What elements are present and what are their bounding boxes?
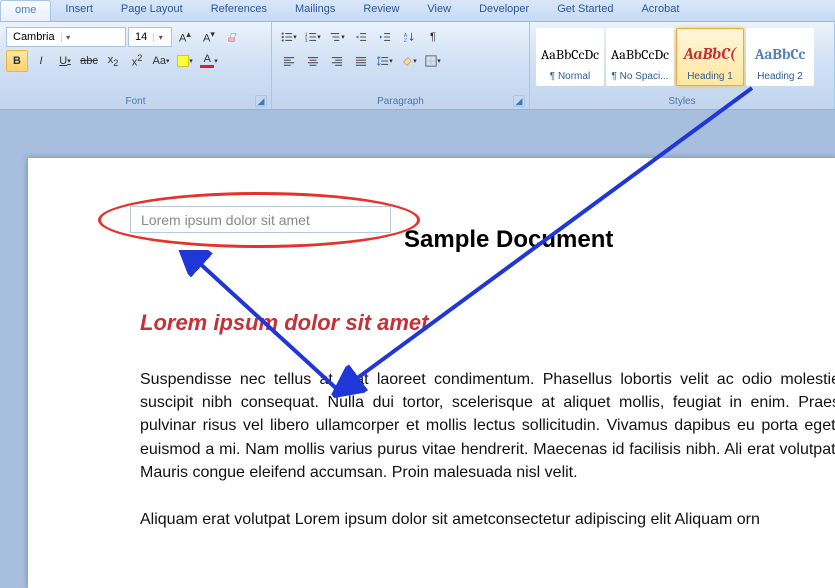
svg-text:Z: Z xyxy=(404,38,407,43)
shrink-font-icon: A▾ xyxy=(203,29,215,45)
borders-button[interactable]: ▾ xyxy=(422,50,444,72)
chevron-down-icon: ▾ xyxy=(341,33,345,41)
tab-view[interactable]: View xyxy=(413,0,465,21)
underline-button[interactable]: U▾ xyxy=(54,50,76,72)
justify-button[interactable] xyxy=(350,50,372,72)
chevron-down-icon: ▾ xyxy=(67,57,71,65)
decrease-indent-button[interactable] xyxy=(350,26,372,48)
outdent-icon xyxy=(355,31,367,43)
italic-icon: I xyxy=(39,55,42,67)
indent-icon xyxy=(379,31,391,43)
show-marks-button[interactable]: ¶ xyxy=(422,26,444,48)
font-color-button[interactable]: A ▾ xyxy=(198,50,220,72)
bold-button[interactable]: B xyxy=(6,50,28,72)
highlight-icon xyxy=(177,55,189,67)
multilevel-list-button[interactable]: ▾ xyxy=(326,26,348,48)
chevron-down-icon: ▾ xyxy=(317,33,321,41)
style-heading-2[interactable]: AaBbCc Heading 2 xyxy=(746,28,814,86)
numbering-button[interactable]: 123▾ xyxy=(302,26,324,48)
chevron-down-icon: ▾ xyxy=(413,57,417,65)
grow-font-icon: A▴ xyxy=(179,29,191,45)
clear-formatting-button[interactable] xyxy=(222,26,244,48)
style-preview: AaBbCcDc xyxy=(611,46,669,63)
superscript-button[interactable]: x2 xyxy=(126,50,148,72)
bullets-button[interactable]: ▾ xyxy=(278,26,300,48)
chevron-down-icon: ▾ xyxy=(214,57,218,65)
annotation-arrow-2 xyxy=(178,250,358,400)
multilevel-icon xyxy=(329,31,341,43)
style-no-spacing[interactable]: AaBbCcDc ¶ No Spaci... xyxy=(606,28,674,86)
chevron-down-icon: ▾ xyxy=(153,33,167,42)
bullet-list-icon xyxy=(281,31,293,43)
chevron-down-icon: ▾ xyxy=(166,57,170,65)
style-normal[interactable]: AaBbCcDc ¶ Normal xyxy=(536,28,604,86)
chevron-down-icon: ▾ xyxy=(293,33,297,41)
align-center-button[interactable] xyxy=(302,50,324,72)
style-preview: AaBbCcDc xyxy=(541,46,599,63)
tab-get-started[interactable]: Get Started xyxy=(543,0,627,21)
case-icon: Aa xyxy=(153,55,166,67)
bucket-icon xyxy=(401,55,413,67)
font-color-icon: A xyxy=(200,54,214,68)
style-heading-1[interactable]: AaBbC( Heading 1 xyxy=(676,28,744,86)
align-right-icon xyxy=(331,55,343,67)
font-size-value: 14 xyxy=(129,31,153,43)
font-size-combo[interactable]: 14 ▾ xyxy=(128,27,172,47)
superscript-icon: x2 xyxy=(132,53,143,69)
chevron-down-icon: ▾ xyxy=(437,57,441,65)
chevron-down-icon: ▾ xyxy=(61,33,75,42)
chevron-down-icon: ▾ xyxy=(189,57,193,65)
highlight-button[interactable]: ▾ xyxy=(174,50,196,72)
pilcrow-icon: ¶ xyxy=(430,31,436,43)
align-right-button[interactable] xyxy=(326,50,348,72)
change-case-button[interactable]: Aa▾ xyxy=(150,50,172,72)
tab-acrobat[interactable]: Acrobat xyxy=(627,0,693,21)
ribbon-tabs: ome Insert Page Layout References Mailin… xyxy=(0,0,835,22)
shrink-font-button[interactable]: A▾ xyxy=(198,26,220,48)
tab-references[interactable]: References xyxy=(197,0,281,21)
tab-mailings[interactable]: Mailings xyxy=(281,0,349,21)
justify-icon xyxy=(355,55,367,67)
tab-insert[interactable]: Insert xyxy=(51,0,107,21)
strikethrough-button[interactable]: abc xyxy=(78,50,100,72)
tab-page-layout[interactable]: Page Layout xyxy=(107,0,197,21)
tab-home[interactable]: ome xyxy=(0,0,51,21)
body-paragraph[interactable]: Aliquam erat volutpat Lorem ipsum dolor … xyxy=(140,508,835,531)
tab-review[interactable]: Review xyxy=(349,0,413,21)
strike-icon: abc xyxy=(80,55,98,67)
document-area: Sample Document Lorem ipsum dolor sit am… xyxy=(0,110,835,588)
chevron-down-icon: ▾ xyxy=(389,57,393,65)
style-preview: AaBbC( xyxy=(684,45,736,63)
border-icon xyxy=(425,55,437,67)
font-name-combo[interactable]: Cambria ▾ xyxy=(6,27,126,47)
style-preview: AaBbCc xyxy=(755,45,806,63)
grow-font-button[interactable]: A▴ xyxy=(174,26,196,48)
page[interactable]: Sample Document Lorem ipsum dolor sit am… xyxy=(28,158,835,588)
line-spacing-button[interactable]: ▾ xyxy=(374,50,396,72)
font-name-value: Cambria xyxy=(7,31,61,43)
tab-developer[interactable]: Developer xyxy=(465,0,543,21)
number-list-icon: 123 xyxy=(305,31,317,43)
italic-button[interactable]: I xyxy=(30,50,52,72)
line-spacing-icon xyxy=(377,55,389,67)
styles-gallery[interactable]: AaBbCcDc ¶ Normal AaBbCcDc ¶ No Spaci...… xyxy=(536,26,828,86)
subscript-icon: x2 xyxy=(108,54,119,68)
shading-button[interactable]: ▾ xyxy=(398,50,420,72)
increase-indent-button[interactable] xyxy=(374,26,396,48)
subscript-button[interactable]: x2 xyxy=(102,50,124,72)
underline-icon: U xyxy=(59,55,67,67)
sort-button[interactable]: AZ xyxy=(398,26,420,48)
align-center-icon xyxy=(307,55,319,67)
bold-icon: B xyxy=(13,55,21,67)
sort-icon: AZ xyxy=(403,31,415,43)
align-left-button[interactable] xyxy=(278,50,300,72)
eraser-icon xyxy=(227,31,239,43)
svg-text:3: 3 xyxy=(305,38,308,43)
align-left-icon xyxy=(283,55,295,67)
